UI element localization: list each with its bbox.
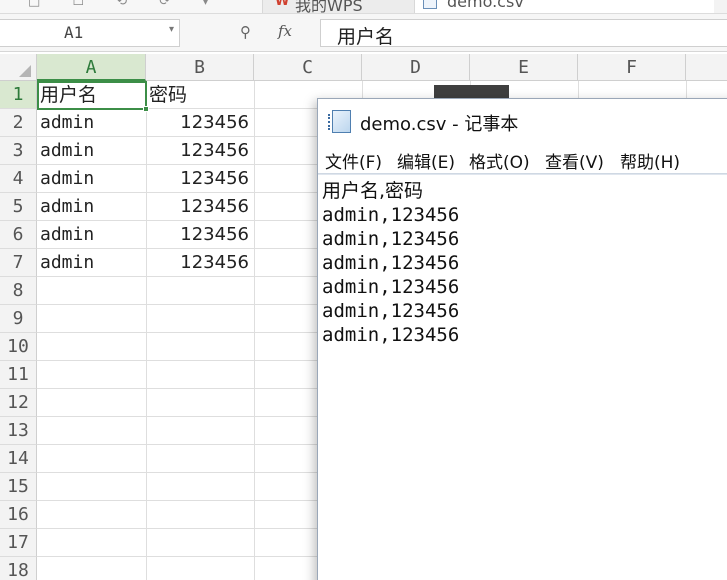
- row-header-12[interactable]: 12: [0, 389, 37, 417]
- row-header-6[interactable]: 6: [0, 221, 37, 249]
- cell-b1[interactable]: 密码: [146, 81, 252, 109]
- gridline: [254, 81, 255, 580]
- menu-edit[interactable]: 编辑(E): [397, 148, 455, 173]
- row-header-4[interactable]: 4: [0, 165, 37, 193]
- menu-help[interactable]: 帮助(H): [620, 148, 680, 173]
- fill-handle[interactable]: [143, 106, 149, 112]
- name-box[interactable]: A1 ▾: [0, 19, 180, 47]
- menu-format[interactable]: 格式(O): [469, 148, 530, 173]
- row-header-16[interactable]: 16: [0, 501, 37, 529]
- formula-input[interactable]: 用户名: [320, 19, 727, 48]
- column-header-f[interactable]: F: [578, 54, 686, 81]
- row-header-2[interactable]: 2: [0, 109, 37, 137]
- formula-value: 用户名: [337, 26, 395, 48]
- text-line: admin,123456: [322, 300, 460, 322]
- column-header-d[interactable]: D: [362, 54, 470, 81]
- column-headers: A B C D E F: [0, 54, 727, 81]
- wps-logo-icon: W: [275, 0, 290, 9]
- active-cell-selection: [37, 81, 149, 112]
- formula-bar: A1 ▾ ⚲ fx 用户名: [0, 14, 727, 52]
- text-line: 用户名,密码: [322, 180, 424, 202]
- cell-a4[interactable]: admin: [40, 165, 144, 193]
- quick-access-toolbar: □ ☐ ⟲ ⟳ ▾: [0, 0, 262, 13]
- text-line: admin,123456: [322, 228, 460, 250]
- zoom-icon[interactable]: ⚲: [240, 23, 251, 41]
- tab-demo-csv-label: demo.csv: [447, 0, 524, 11]
- column-header-e[interactable]: E: [470, 54, 578, 81]
- menu-file[interactable]: 文件(F): [325, 148, 382, 173]
- row-header-8[interactable]: 8: [0, 277, 37, 305]
- row-header-14[interactable]: 14: [0, 445, 37, 473]
- cell-b5[interactable]: 123456: [146, 193, 252, 221]
- tab-demo-csv[interactable]: demo.csv: [414, 0, 714, 13]
- row-header-13[interactable]: 13: [0, 417, 37, 445]
- row-header-9[interactable]: 9: [0, 305, 37, 333]
- text-line: admin,123456: [322, 324, 460, 346]
- tab-my-wps-label: 我的WPS: [295, 0, 363, 14]
- row-header-5[interactable]: 5: [0, 193, 37, 221]
- cell-a6[interactable]: admin: [40, 221, 144, 249]
- cell-b2[interactable]: 123456: [146, 109, 252, 137]
- document-tab-strip: □ ☐ ⟲ ⟳ ▾ W 我的WPS demo.csv: [0, 0, 727, 14]
- menu-view[interactable]: 查看(V): [545, 148, 604, 173]
- text-line: admin,123456: [322, 252, 460, 274]
- text-line: admin,123456: [322, 204, 460, 226]
- row-header-17[interactable]: 17: [0, 529, 37, 557]
- notepad-window[interactable]: demo.csv - 记事本 文件(F) 编辑(E) 格式(O) 查看(V) 帮…: [317, 98, 727, 580]
- quick-access-icons[interactable]: □ ☐ ⟲ ⟳ ▾: [28, 0, 223, 9]
- notepad-menubar: 文件(F) 编辑(E) 格式(O) 查看(V) 帮助(H): [318, 143, 727, 174]
- notepad-titlebar[interactable]: demo.csv - 记事本: [318, 99, 727, 143]
- cell-a7[interactable]: admin: [40, 249, 144, 277]
- column-header-c[interactable]: C: [254, 54, 362, 81]
- column-header-a[interactable]: A: [37, 54, 146, 81]
- row-header-10[interactable]: 10: [0, 333, 37, 361]
- row-header-3[interactable]: 3: [0, 137, 37, 165]
- background-window-edge: [434, 85, 509, 99]
- cell-b4[interactable]: 123456: [146, 165, 252, 193]
- cell-b7[interactable]: 123456: [146, 249, 252, 277]
- tab-my-wps[interactable]: W 我的WPS: [262, 0, 414, 14]
- cell-b3[interactable]: 123456: [146, 137, 252, 165]
- select-all-icon: [19, 65, 31, 77]
- text-line: admin,123456: [322, 276, 460, 298]
- row-header-11[interactable]: 11: [0, 361, 37, 389]
- name-box-value: A1: [64, 23, 84, 42]
- csv-file-icon: [423, 0, 437, 9]
- notepad-title: demo.csv - 记事本: [360, 114, 519, 135]
- notepad-text-area[interactable]: 用户名,密码 admin,123456 admin,123456 admin,1…: [318, 174, 727, 580]
- cell-b6[interactable]: 123456: [146, 221, 252, 249]
- insert-function-icon[interactable]: fx: [278, 22, 292, 40]
- row-header-15[interactable]: 15: [0, 473, 37, 501]
- cell-a2[interactable]: admin: [40, 109, 144, 137]
- row-header-7[interactable]: 7: [0, 249, 37, 277]
- column-header-g[interactable]: [686, 54, 727, 81]
- cell-a3[interactable]: admin: [40, 137, 144, 165]
- notepad-document-icon: [328, 110, 351, 133]
- cell-a5[interactable]: admin: [40, 193, 144, 221]
- row-header-1[interactable]: 1: [0, 81, 37, 109]
- column-header-b[interactable]: B: [146, 54, 254, 81]
- row-header-18[interactable]: 18: [0, 557, 37, 580]
- chevron-down-icon[interactable]: ▾: [169, 24, 174, 35]
- select-all-corner[interactable]: [0, 54, 37, 81]
